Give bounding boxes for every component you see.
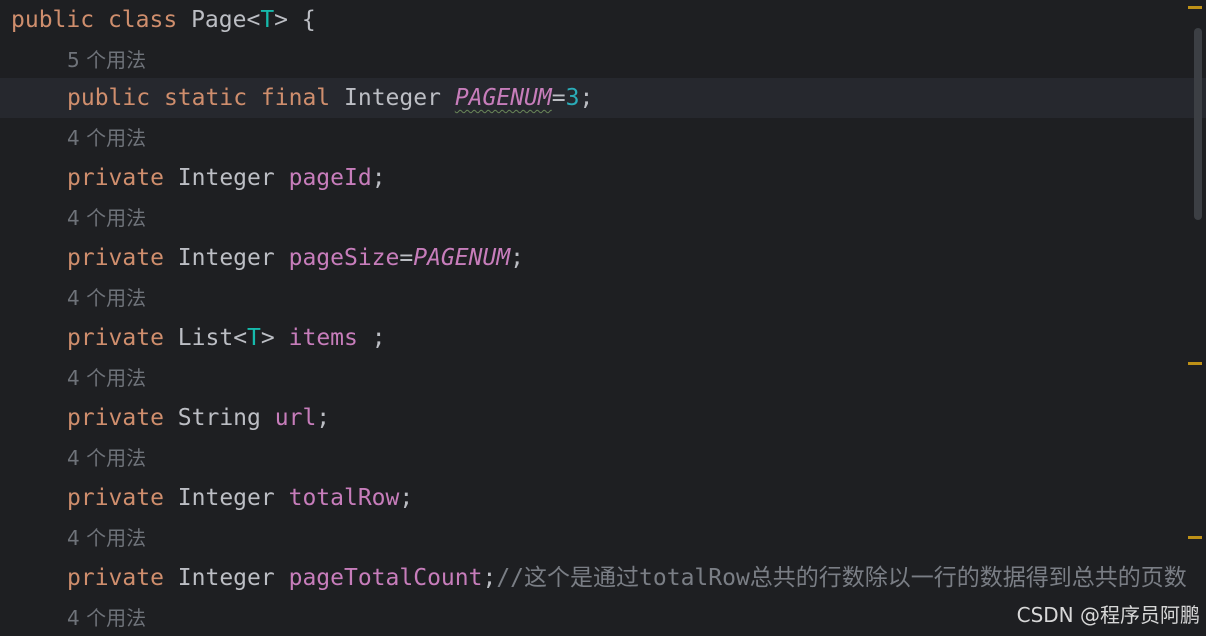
type-integer: Integer bbox=[177, 565, 275, 591]
keyword-public: public bbox=[67, 85, 151, 111]
keyword-private: private bbox=[67, 325, 164, 351]
angle-open: < bbox=[246, 7, 261, 33]
constant-pagenum: PAGENUM bbox=[454, 85, 552, 111]
warning-marker[interactable] bbox=[1188, 536, 1202, 539]
number-literal: 3 bbox=[565, 85, 580, 111]
type-parameter: T bbox=[247, 325, 261, 351]
type-integer: Integer bbox=[177, 245, 275, 271]
usage-hint[interactable]: 4 个用法 bbox=[0, 118, 1206, 158]
code-line-pagesize[interactable]: private Integer pageSize=PAGENUM; bbox=[0, 238, 1206, 278]
usage-hint-text: 4 个用法 bbox=[67, 526, 147, 550]
keyword-private: private bbox=[67, 565, 164, 591]
warning-marker[interactable] bbox=[1188, 362, 1202, 365]
usage-hint[interactable]: 4 个用法 bbox=[0, 438, 1206, 478]
usage-hint[interactable]: 4 个用法 bbox=[0, 278, 1206, 318]
field-items: items bbox=[288, 325, 358, 351]
field-pagetotalcount: pageTotalCount bbox=[288, 565, 483, 591]
keyword-private: private bbox=[67, 405, 164, 431]
type-integer: Integer bbox=[344, 85, 441, 111]
type-integer: Integer bbox=[177, 485, 275, 511]
assign-operator: = bbox=[399, 245, 414, 271]
keyword-public: public bbox=[11, 7, 95, 33]
assign-operator: = bbox=[551, 85, 566, 111]
keyword-private: private bbox=[67, 485, 164, 511]
usage-hint[interactable]: 4 个用法 bbox=[0, 518, 1206, 558]
class-name: Page bbox=[191, 7, 247, 33]
semicolon: ; bbox=[371, 165, 386, 191]
keyword-class: class bbox=[107, 7, 178, 33]
warning-marker[interactable] bbox=[1188, 6, 1202, 9]
type-integer: Integer bbox=[177, 165, 275, 191]
code-line-pagenum[interactable]: public static final Integer PAGENUM=3; bbox=[0, 78, 1206, 118]
watermark: CSDN @程序员阿鹏 bbox=[1016, 603, 1200, 627]
type-list: List bbox=[177, 325, 234, 351]
usage-hint-text: 4 个用法 bbox=[67, 206, 147, 230]
code-line-pagetotalcount[interactable]: private Integer pageTotalCount;//这个是通过to… bbox=[0, 558, 1206, 598]
usage-hint-text: 4 个用法 bbox=[67, 126, 147, 150]
semicolon: ; bbox=[316, 405, 331, 431]
keyword-private: private bbox=[67, 165, 164, 191]
code-line-items[interactable]: private List<T> items ; bbox=[0, 318, 1206, 358]
field-pageid: pageId bbox=[288, 165, 372, 191]
field-totalrow: totalRow bbox=[288, 485, 400, 511]
angle-open: < bbox=[233, 325, 248, 351]
semicolon: ; bbox=[510, 245, 525, 271]
usage-hint-text: 4 个用法 bbox=[67, 366, 147, 390]
usage-hint-text: 4 个用法 bbox=[67, 446, 147, 470]
keyword-private: private bbox=[67, 245, 164, 271]
semicolon: ; bbox=[482, 565, 497, 591]
usage-hint[interactable]: 4 个用法 bbox=[0, 358, 1206, 398]
type-string: String bbox=[177, 405, 261, 431]
type-parameter: T bbox=[260, 7, 275, 33]
keyword-final: final bbox=[260, 85, 331, 111]
usage-hint-text: 5 个用法 bbox=[67, 48, 147, 72]
angle-close-brace: > { bbox=[274, 7, 316, 33]
usage-hint-text: 4 个用法 bbox=[67, 606, 147, 630]
usage-hint[interactable]: 4 个用法 bbox=[0, 198, 1206, 238]
field-url: url bbox=[274, 405, 317, 431]
line-comment: //这个是通过totalRow总共的行数除以一行的数据得到总共的页数 bbox=[496, 565, 1187, 591]
semicolon: ; bbox=[357, 325, 386, 351]
keyword-static: static bbox=[163, 85, 248, 111]
semicolon: ; bbox=[579, 85, 594, 111]
code-line-class-declaration[interactable]: public class Page<T> { bbox=[0, 0, 1201, 40]
angle-close: > bbox=[260, 325, 275, 351]
code-line-url[interactable]: private String url; bbox=[0, 398, 1206, 438]
code-line-pageid[interactable]: private Integer pageId; bbox=[0, 158, 1206, 198]
vertical-scrollbar-thumb[interactable] bbox=[1194, 28, 1202, 220]
usage-hint-text: 4 个用法 bbox=[67, 286, 147, 310]
code-editor[interactable]: public class Page<T> { 5 个用法 public stat… bbox=[0, 0, 1206, 636]
semicolon: ; bbox=[399, 485, 414, 511]
constant-pagenum-ref: PAGENUM bbox=[413, 245, 511, 271]
code-line-totalrow[interactable]: private Integer totalRow; bbox=[0, 478, 1206, 518]
field-pagesize: pageSize bbox=[288, 245, 400, 271]
usage-hint[interactable]: 5 个用法 bbox=[0, 40, 1206, 80]
